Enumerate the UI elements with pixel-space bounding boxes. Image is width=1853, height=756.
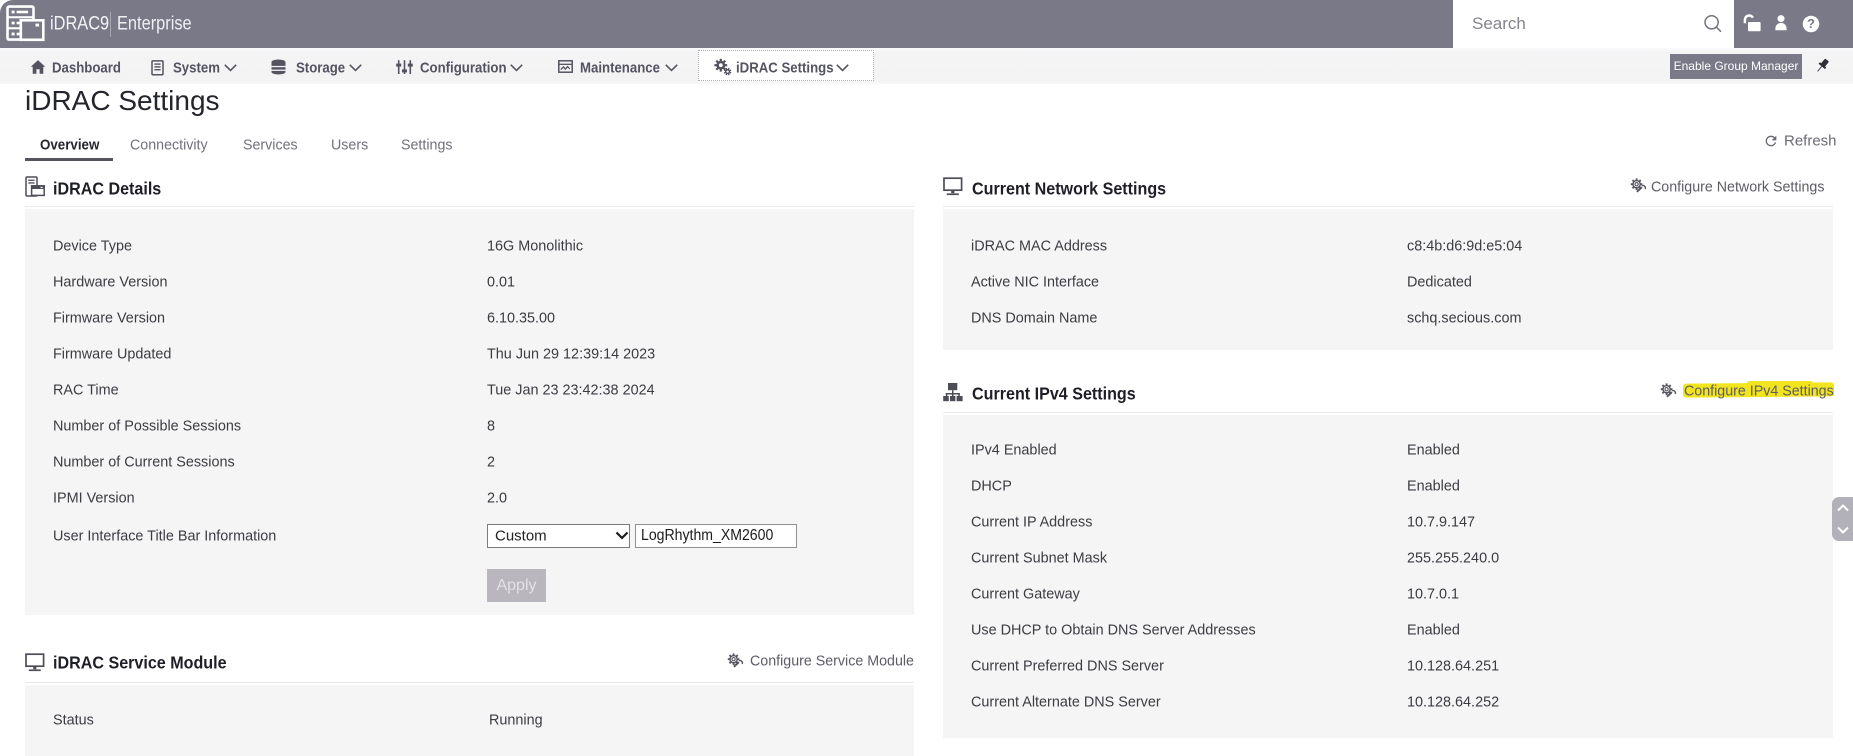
- svg-text:?: ?: [1807, 16, 1815, 31]
